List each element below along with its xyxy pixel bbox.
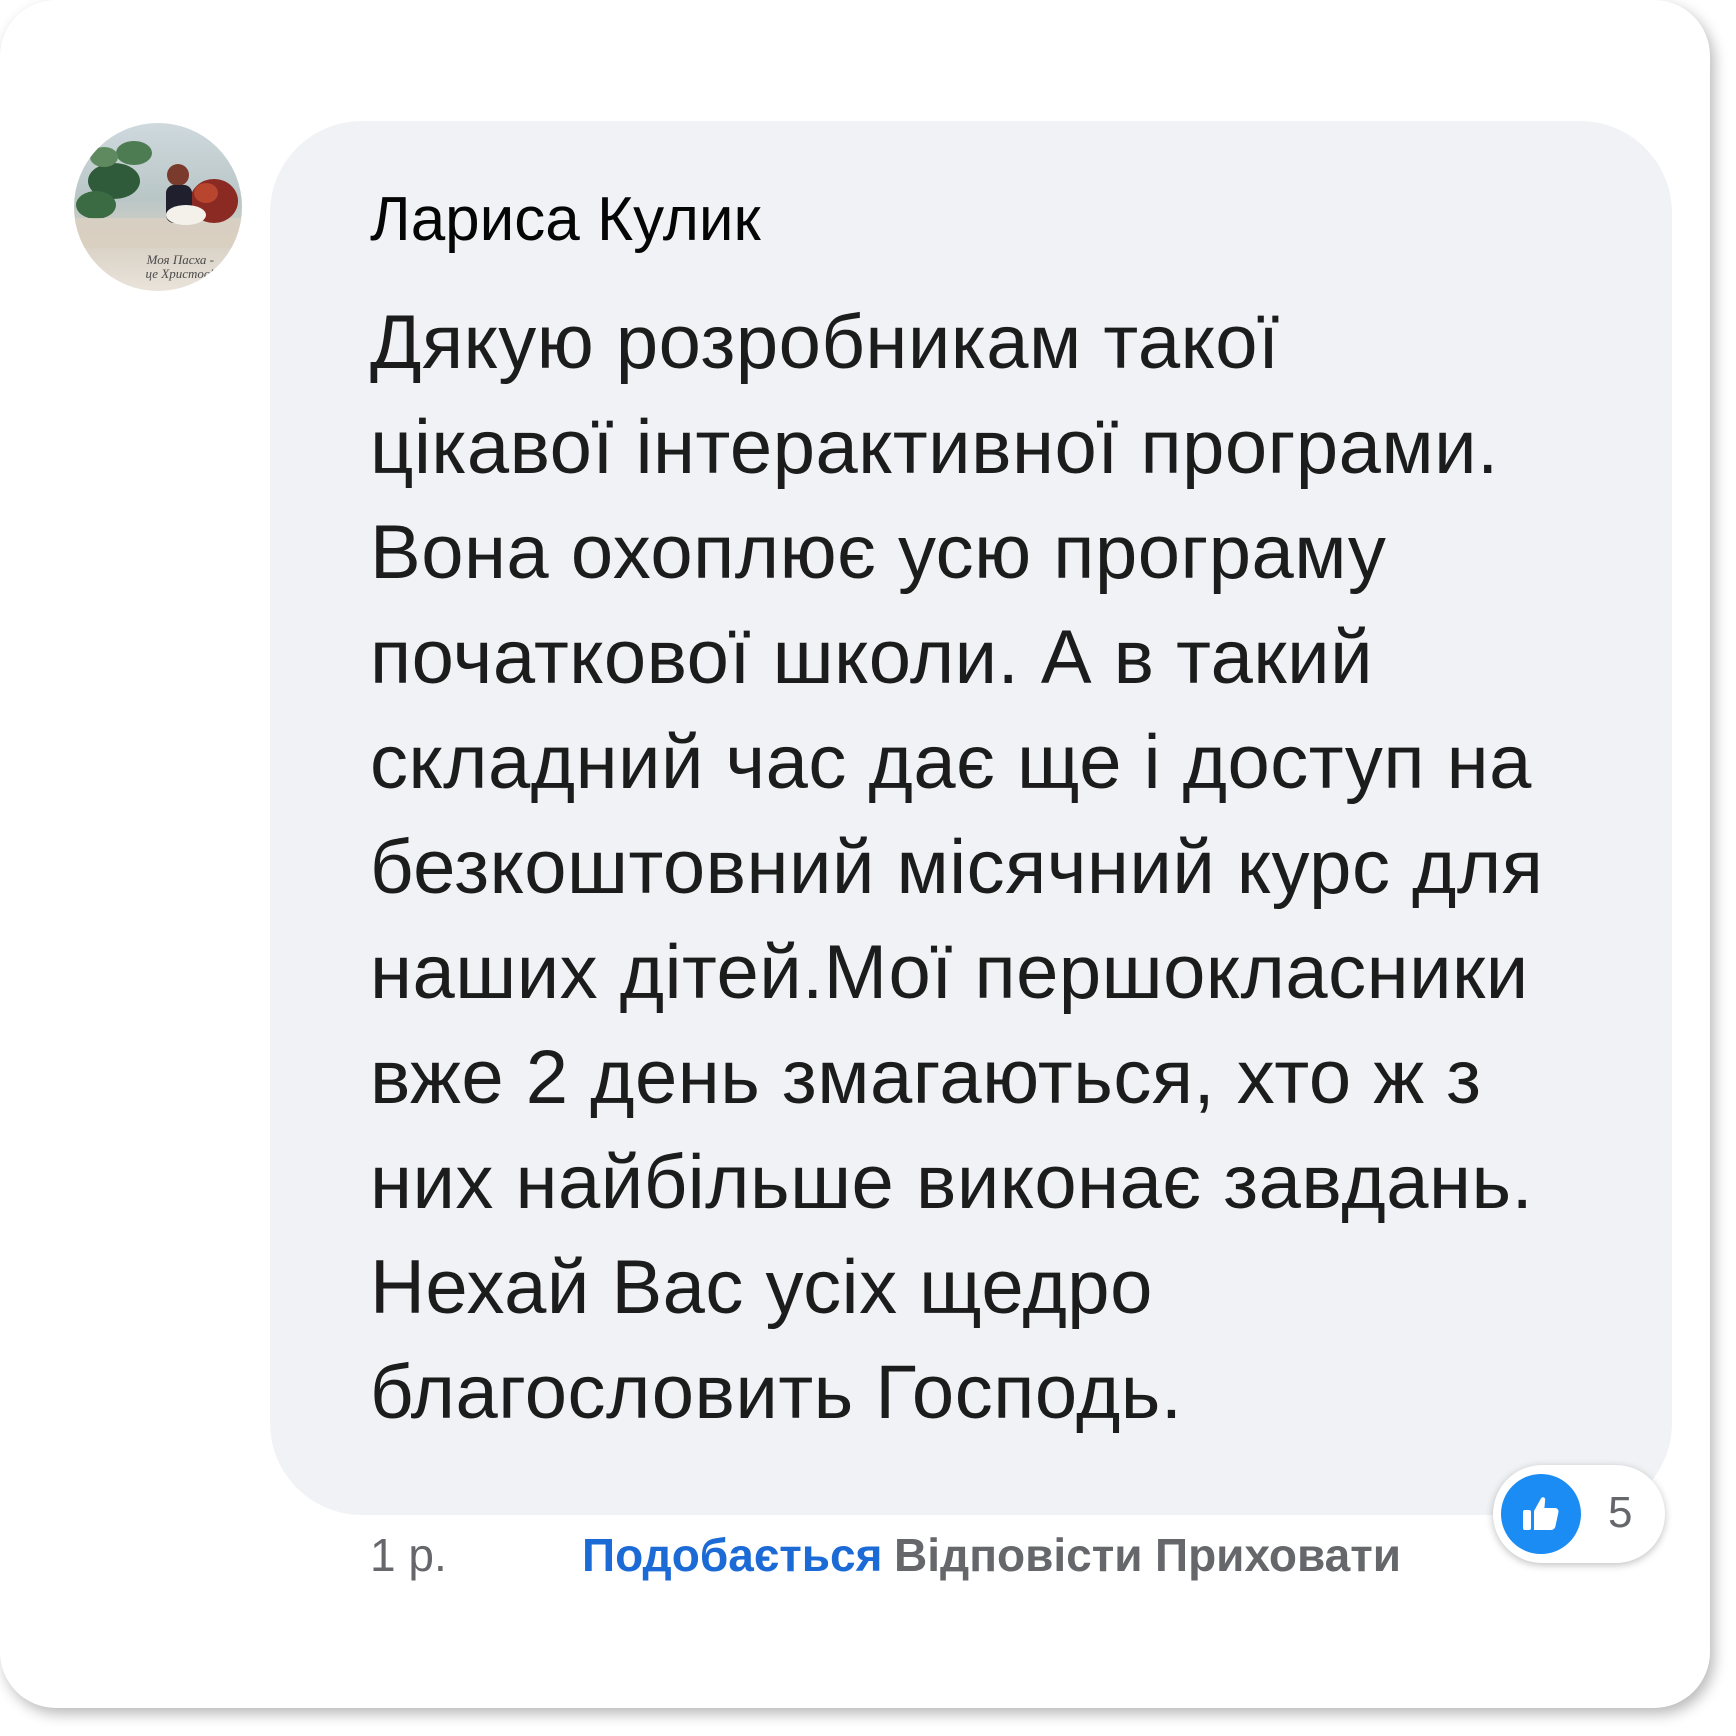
comment-text-line: благословить Господь. [370,1350,1183,1435]
thumbs-up-icon [1501,1474,1581,1554]
reaction-summary[interactable]: 5 [1493,1465,1665,1563]
like-button[interactable]: Подобається [582,1525,882,1585]
comment-text-line: безкоштовний місячний курс для [370,825,1544,910]
comment-timestamp[interactable]: 1 р. [370,1525,447,1585]
avatar-caption: Моя Пасха - це Христос! [145,252,214,281]
comment-text-line: них найбільше виконає завдань. [370,1140,1534,1225]
reaction-count: 5 [1608,1488,1633,1537]
comment-text-line: Дякую розробникам такої [370,300,1280,385]
comment-text: Дякую розробникам такої цікавої інтеракт… [370,290,1670,1445]
reply-button[interactable]: Відповісти [894,1525,1143,1585]
comment-text-line: Нехай Вас усіх щедро [370,1245,1153,1330]
comment-author-name[interactable]: Лариса Кулик [370,184,761,256]
comment-text-line: цікавої інтерактивної програми. [370,405,1499,490]
comment-text-line: вже 2 день змагаються, хто ж з [370,1035,1482,1120]
comment-text-line: складний час дає ще і доступ на [370,720,1532,805]
hide-button[interactable]: Приховати [1155,1525,1401,1585]
avatar[interactable]: Моя Пасха - це Христос! [74,123,242,291]
comment-text-line: наших дітей.Мої першокласники [370,930,1529,1015]
comment-text-line: початкової школи. А в такий [370,615,1374,700]
comment-text-line: Вона охоплює усю програму [370,510,1387,595]
